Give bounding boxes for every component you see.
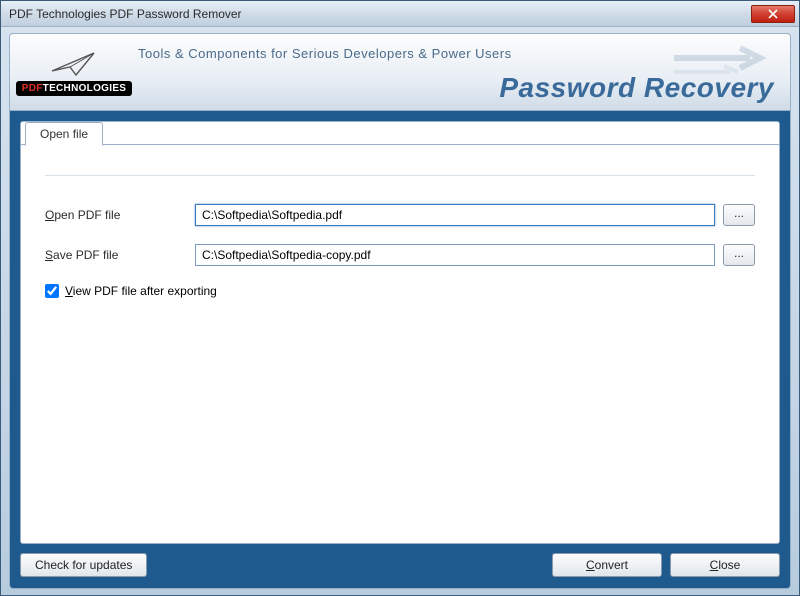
arrow-decoration-icon [670,40,780,76]
save-file-row: Save PDF file ... [45,244,755,266]
close-icon [768,9,778,19]
app-window: PDF Technologies PDF Password Remover PD… [0,0,800,596]
window-title: PDF Technologies PDF Password Remover [5,7,751,21]
logo-text: PDFTECHNOLOGIES [16,81,133,96]
tab-panel: Open file Open PDF file ... Save PDF fil… [20,121,780,544]
divider [45,175,755,176]
view-after-export-label[interactable]: View PDF file after exporting [65,284,217,298]
save-file-input[interactable] [195,244,715,266]
titlebar[interactable]: PDF Technologies PDF Password Remover [1,1,799,27]
footer-bar: Check for updates Convert Close [20,544,780,578]
banner-title: Password Recovery [499,72,774,104]
open-file-browse-button[interactable]: ... [723,204,755,226]
close-window-button[interactable] [751,5,795,23]
paper-plane-icon [50,49,98,79]
tab-open-file[interactable]: Open file [25,122,103,146]
tab-body: Open PDF file ... Save PDF file ... View… [21,144,779,543]
save-file-browse-button[interactable]: ... [723,244,755,266]
save-file-label: Save PDF file [45,248,195,262]
header-banner: PDFTECHNOLOGIES Tools & Components for S… [9,33,791,111]
open-file-input[interactable] [195,204,715,226]
view-after-export-row: View PDF file after exporting [45,284,755,298]
view-after-export-checkbox[interactable] [45,284,59,298]
logo: PDFTECHNOLOGIES [10,49,132,96]
close-button[interactable]: Close [670,553,780,577]
open-file-label: Open PDF file [45,208,195,222]
convert-button[interactable]: Convert [552,553,662,577]
open-file-row: Open PDF file ... [45,204,755,226]
tab-strip: Open file [21,121,779,145]
content-frame: Open file Open PDF file ... Save PDF fil… [9,111,791,589]
check-updates-button[interactable]: Check for updates [20,553,147,577]
